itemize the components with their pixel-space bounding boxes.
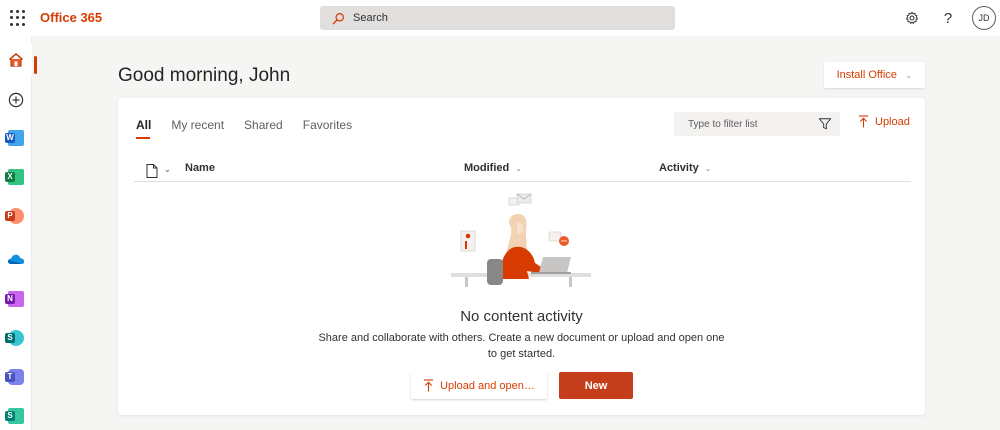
column-activity[interactable]: Activity ⌄ xyxy=(659,162,711,174)
top-bar: Office 365 Search ? JD xyxy=(0,0,1000,36)
documents-card: All My recent Shared Favorites Type to f… xyxy=(118,98,925,415)
chevron-down-icon: ⌄ xyxy=(904,69,913,80)
upload-icon xyxy=(424,379,434,392)
table-header: ⌄ Name Modified ⌄ Activity ⌄ xyxy=(134,158,911,182)
chevron-down-icon: ⌄ xyxy=(515,163,522,173)
column-modified-label: Modified xyxy=(464,162,510,174)
rail-item-onenote[interactable]: N xyxy=(0,283,32,315)
sway-icon: S xyxy=(5,408,24,424)
search-box[interactable]: Search xyxy=(320,6,675,30)
powerpoint-icon: P xyxy=(5,208,24,224)
onenote-icon: N xyxy=(5,291,24,307)
column-name-label: Name xyxy=(185,162,215,174)
column-name[interactable]: Name xyxy=(185,162,215,174)
empty-state-description: Share and collaborate with others. Creat… xyxy=(318,332,725,360)
column-activity-label: Activity xyxy=(659,162,699,174)
tab-all[interactable]: All xyxy=(136,118,151,139)
home-icon xyxy=(9,53,23,67)
sharepoint-icon: S xyxy=(5,330,24,346)
rail-item-teams[interactable]: T xyxy=(0,361,32,393)
app-rail: W X P N S T S xyxy=(0,36,37,430)
rail-item-powerpoint[interactable]: P xyxy=(0,200,32,232)
tab-favorites[interactable]: Favorites xyxy=(303,118,352,136)
gear-icon[interactable] xyxy=(902,8,922,28)
filter-icon[interactable] xyxy=(818,117,832,131)
upload-and-open-label: Upload and open… xyxy=(440,379,535,392)
chevron-down-icon[interactable]: ⌄ xyxy=(164,165,171,174)
waffle-icon[interactable] xyxy=(8,8,28,28)
tab-bar: All My recent Shared Favorites xyxy=(136,118,372,139)
rail-item-sharepoint[interactable]: S xyxy=(0,322,32,354)
install-office-label: Install Office xyxy=(836,69,897,81)
column-modified[interactable]: Modified ⌄ xyxy=(464,162,522,174)
install-office-button[interactable]: Install Office ⌄ xyxy=(824,62,925,88)
file-type-icon[interactable] xyxy=(146,164,158,178)
tab-shared[interactable]: Shared xyxy=(244,118,283,136)
new-button[interactable]: New xyxy=(559,372,633,399)
search-icon xyxy=(332,12,344,24)
filter-input[interactable]: Type to filter list xyxy=(674,112,840,136)
rail-item-create[interactable] xyxy=(0,84,32,116)
plus-circle-icon xyxy=(8,92,24,108)
page-title: Good morning, John xyxy=(118,65,291,86)
help-icon[interactable]: ? xyxy=(938,8,958,28)
avatar[interactable]: JD xyxy=(972,6,996,30)
upload-icon xyxy=(858,115,869,128)
upload-and-open-button[interactable]: Upload and open… xyxy=(411,372,547,399)
empty-state-title: No content activity xyxy=(460,308,583,325)
app-brand[interactable]: Office 365 xyxy=(40,10,102,25)
onedrive-icon xyxy=(7,254,25,264)
rail-item-sway[interactable]: S xyxy=(0,400,32,430)
search-placeholder: Search xyxy=(353,12,388,24)
rail-item-onedrive[interactable] xyxy=(0,243,32,275)
rail-item-home[interactable] xyxy=(0,44,37,76)
active-indicator xyxy=(34,56,37,74)
chevron-down-icon: ⌄ xyxy=(704,163,712,173)
rail-item-word[interactable]: W xyxy=(0,122,32,154)
tab-my-recent[interactable]: My recent xyxy=(171,118,224,136)
empty-state-illustration xyxy=(451,193,591,287)
upload-button[interactable]: Upload xyxy=(858,115,910,128)
filter-placeholder: Type to filter list xyxy=(688,118,758,130)
upload-label: Upload xyxy=(875,115,910,128)
word-icon: W xyxy=(5,130,24,146)
excel-icon: X xyxy=(5,169,24,185)
teams-icon: T xyxy=(5,369,24,385)
rail-item-excel[interactable]: X xyxy=(0,161,32,193)
